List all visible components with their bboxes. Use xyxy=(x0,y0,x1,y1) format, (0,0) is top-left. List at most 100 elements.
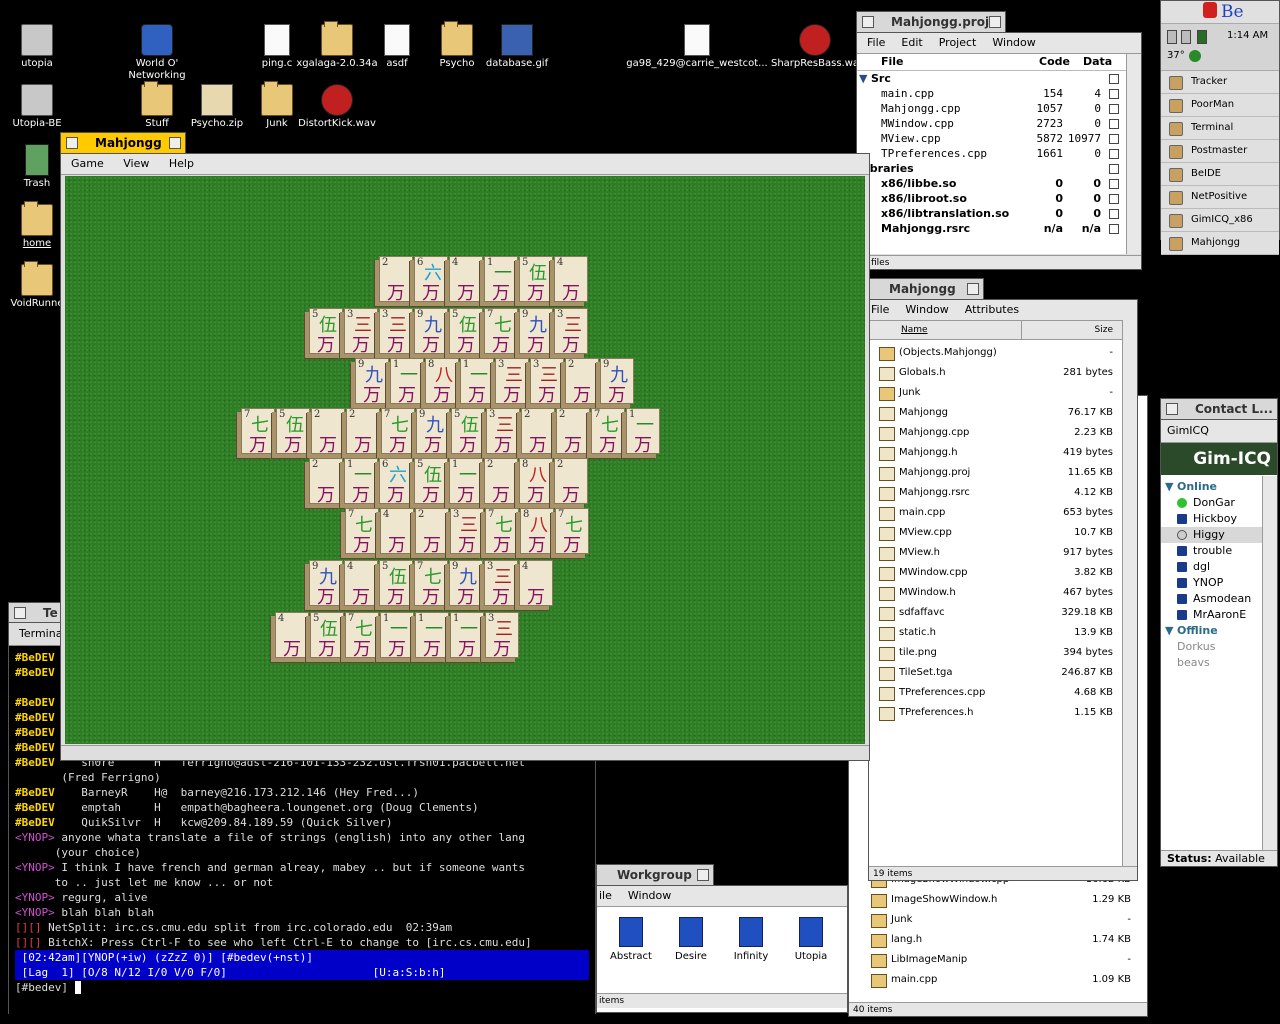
mahjong-tile[interactable]: 9九万 xyxy=(355,358,389,406)
folder-item[interactable]: Mahjongg 76.17 KB xyxy=(869,403,1137,423)
folder-item[interactable]: MView.h 917 bytes xyxy=(869,543,1137,563)
mahjong-tile[interactable]: 3三万 xyxy=(530,358,564,406)
workgroup-machine[interactable]: Desire xyxy=(663,917,719,962)
mahjong-tile[interactable]: 2万 xyxy=(521,408,555,456)
game-board[interactable]: 2万6六万4万1一万5伍万4万5伍万3三万3三万9九万5伍万7七万9九万3三万9… xyxy=(65,176,865,744)
desktop-icon-utopia[interactable]: utopia xyxy=(0,24,82,70)
zoom-box-icon[interactable] xyxy=(697,869,709,881)
mahjong-tile[interactable]: 3三万 xyxy=(379,308,413,356)
mahjong-tile[interactable]: 6六万 xyxy=(414,256,448,304)
folder-item[interactable]: TileSet.tga 246.87 KB xyxy=(869,663,1137,683)
mahjong-tile[interactable]: 7七万 xyxy=(241,408,275,456)
folder-item[interactable]: MWindow.h 467 bytes xyxy=(869,583,1137,603)
mahjong-tile[interactable]: 5伍万 xyxy=(309,308,343,356)
zoom-box-icon[interactable] xyxy=(169,137,181,149)
mahjong-tile[interactable]: 1一万 xyxy=(344,458,378,506)
project-file-row[interactable]: MWindow.cpp 2723 0 xyxy=(857,116,1127,131)
mahjong-tile[interactable]: 2万 xyxy=(565,358,599,406)
mahjong-tile[interactable]: 9九万 xyxy=(416,408,450,456)
column-size[interactable]: Size xyxy=(1095,321,1113,339)
contact-online[interactable]: YNOP xyxy=(1161,575,1277,591)
folder-item[interactable]: sdfaffavc 329.18 KB xyxy=(869,603,1137,623)
contact-offline[interactable]: Dorkus xyxy=(1161,639,1277,655)
close-box-icon[interactable] xyxy=(66,137,78,149)
mahjong-tile[interactable]: 9九万 xyxy=(600,358,634,406)
file-menu-icon[interactable] xyxy=(1109,149,1119,159)
project-group[interactable]: Libraries xyxy=(857,161,1127,176)
menu-file[interactable]: File xyxy=(867,36,885,49)
mahjong-tile[interactable]: 2万 xyxy=(379,256,413,304)
folder-item[interactable]: MView.cpp 10.7 KB xyxy=(869,523,1137,543)
mahjong-tile[interactable]: 4万 xyxy=(449,256,483,304)
mahjong-tile[interactable]: 5伍万 xyxy=(451,408,485,456)
mahjong-tile[interactable]: 4万 xyxy=(275,612,309,660)
mahjong-tile[interactable]: 5伍万 xyxy=(449,308,483,356)
project-file-row[interactable]: TPreferences.cpp 1661 0 xyxy=(857,146,1127,161)
collapse-triangle-icon[interactable]: ▼ xyxy=(1165,623,1173,639)
desktop-icon-email[interactable]: ga98_429@carrie_westcot... xyxy=(622,24,772,70)
command-prompt[interactable]: [#bedev] xyxy=(15,980,589,995)
close-box-icon[interactable] xyxy=(1166,403,1178,415)
status-selector[interactable]: Available xyxy=(1215,852,1265,865)
file-menu-icon[interactable] xyxy=(1109,119,1119,129)
contact-online[interactable]: DonGar xyxy=(1161,495,1277,511)
mahjong-tile[interactable]: 4万 xyxy=(380,508,414,556)
project-file-row[interactable]: x86/libroot.so 0 0 xyxy=(857,191,1127,206)
menu-game[interactable]: Game xyxy=(71,157,104,170)
mahjong-tile[interactable]: 3三万 xyxy=(450,508,484,556)
contact-online[interactable]: trouble xyxy=(1161,543,1277,559)
mahjong-tile[interactable]: 7七万 xyxy=(485,508,519,556)
mahjong-tile[interactable]: 1一万 xyxy=(626,408,660,456)
folder-item[interactable]: Mahjongg.proj 11.65 KB xyxy=(869,463,1137,483)
desktop-icon-distortkick[interactable]: DistortKick.wav xyxy=(292,84,382,130)
menu-view[interactable]: View xyxy=(123,157,149,170)
mahjong-tile[interactable]: 1一万 xyxy=(380,612,414,660)
project-file-row[interactable]: x86/libbe.so 0 0 xyxy=(857,176,1127,191)
deskbar-app[interactable]: Mahjongg xyxy=(1161,232,1279,255)
project-file-row[interactable]: x86/libtranslation.so 0 0 xyxy=(857,206,1127,221)
be-menu[interactable]: Be xyxy=(1161,1,1279,24)
mahjong-tile[interactable]: 2万 xyxy=(415,508,449,556)
mahjong-tile[interactable]: 8八万 xyxy=(519,458,553,506)
folder-item[interactable]: Globals.h 281 bytes xyxy=(869,363,1137,383)
desktop-icon-networking[interactable]: World O' Networking xyxy=(112,24,202,82)
menu-window[interactable]: Window xyxy=(628,889,671,902)
folder-item[interactable]: ImageShowWindow.h 1.29 KB xyxy=(849,890,1139,910)
mahjong-tile[interactable]: 7七万 xyxy=(555,508,589,556)
terminal-tab[interactable]: Termina xyxy=(19,627,62,640)
mahjong-tile[interactable]: 4万 xyxy=(519,560,553,608)
deskbar-app[interactable]: GimICQ_x86 xyxy=(1161,209,1279,232)
file-menu-icon[interactable] xyxy=(1109,179,1119,189)
mahjong-tile[interactable]: 7七万 xyxy=(345,508,379,556)
file-menu-icon[interactable] xyxy=(1109,224,1119,234)
mahjong-tile[interactable]: 5伍万 xyxy=(414,458,448,506)
mahjong-tile[interactable]: 4万 xyxy=(554,256,588,304)
menu-file[interactable]: ile xyxy=(599,889,612,902)
project-file-row[interactable]: main.cpp 154 4 xyxy=(857,86,1127,101)
group-menu-icon[interactable] xyxy=(1109,164,1119,174)
folder-item[interactable]: static.h 13.9 KB xyxy=(869,623,1137,643)
mahjong-tile[interactable]: 7七万 xyxy=(381,408,415,456)
desktop-icon-database-gif[interactable]: database.gif xyxy=(472,24,562,70)
mahjong-tile[interactable]: 5伍万 xyxy=(310,612,344,660)
contact-online[interactable]: Hickboy xyxy=(1161,511,1277,527)
mahjongg-title-tab[interactable]: Mahjongg xyxy=(60,132,186,153)
mahjong-tile[interactable]: 2万 xyxy=(484,458,518,506)
contact-online[interactable]: MrAaronE xyxy=(1161,607,1277,623)
folder-scrollbar[interactable] xyxy=(1122,320,1137,866)
mahjong-tile[interactable]: 7七万 xyxy=(484,308,518,356)
mahjong-tile[interactable]: 4万 xyxy=(344,560,378,608)
column-name[interactable]: Name xyxy=(901,321,928,339)
folder-item[interactable]: Junk - xyxy=(849,910,1139,930)
mahjong-tile[interactable]: 5伍万 xyxy=(276,408,310,456)
contact-title-tab[interactable]: Contact L... xyxy=(1160,398,1278,419)
mahjong-tile[interactable]: 2万 xyxy=(554,458,588,506)
folder-item[interactable]: Junk - xyxy=(869,383,1137,403)
mahjong-tile[interactable]: 1一万 xyxy=(449,458,483,506)
menu-file[interactable]: File xyxy=(871,303,889,316)
mahjong-tile[interactable]: 2万 xyxy=(309,458,343,506)
desktop-icon-utopia-be[interactable]: Utopia-BE xyxy=(0,84,82,130)
workgroup-machine[interactable]: Abstract xyxy=(603,917,659,962)
mahjong-tile[interactable]: 6六万 xyxy=(379,458,413,506)
mahjong-tile[interactable]: 3三万 xyxy=(495,358,529,406)
